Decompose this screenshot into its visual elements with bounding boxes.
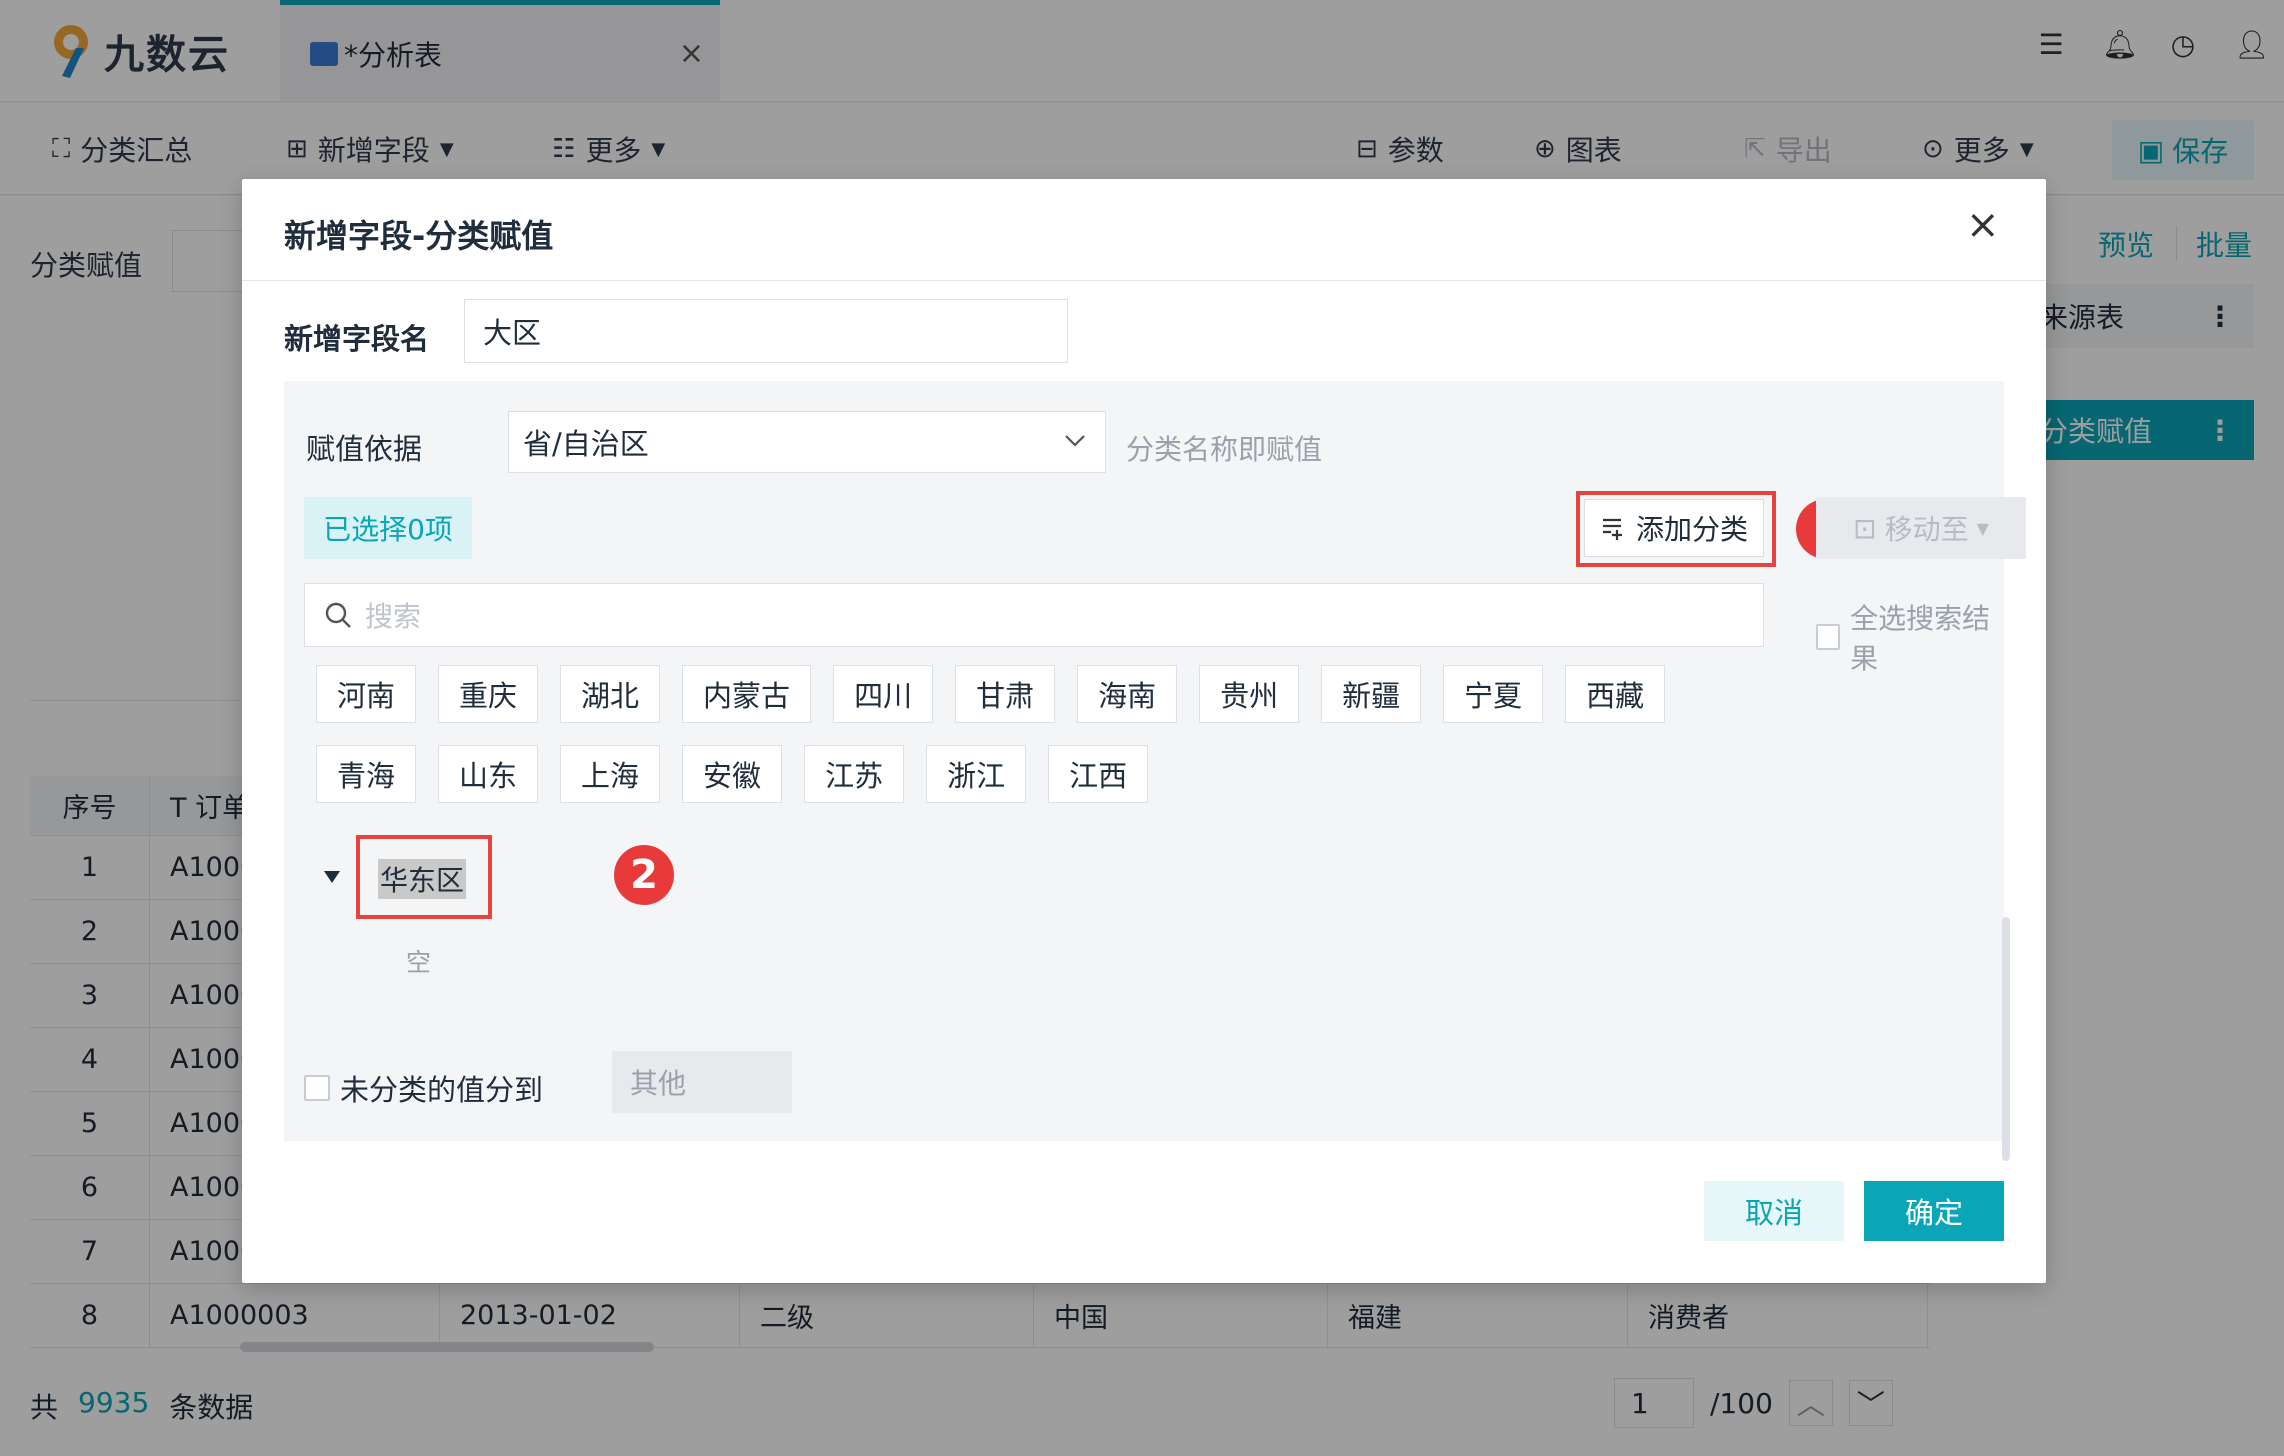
- classify-panel: 赋值依据 省/自治区 分类名称即赋值 已选择0项 添加分类 1 ⊡ 移动至 ▼ …: [284, 381, 2026, 1161]
- province-chip[interactable]: 河南: [316, 665, 417, 723]
- province-chip[interactable]: 上海: [560, 745, 661, 803]
- cancel-button[interactable]: 取消: [1704, 1181, 1844, 1241]
- highlight-box: [356, 835, 492, 919]
- basis-value: 省/自治区: [523, 427, 649, 461]
- province-chip[interactable]: 重庆: [438, 665, 539, 723]
- divider: [242, 280, 2046, 281]
- group-empty-text: 空: [406, 948, 432, 977]
- caret-down-icon[interactable]: [324, 871, 340, 883]
- unclassified-checkbox[interactable]: 未分类的值分到: [304, 1067, 543, 1109]
- province-chip[interactable]: 内蒙古: [682, 665, 812, 723]
- province-chip[interactable]: 浙江: [926, 745, 1027, 803]
- unclassified-label: 未分类的值分到: [340, 1073, 544, 1107]
- province-chip[interactable]: 江苏: [804, 745, 905, 803]
- province-chip[interactable]: 新疆: [1321, 665, 1422, 723]
- checkbox[interactable]: [1816, 624, 1841, 650]
- select-all-checkbox[interactable]: 全选搜索结果: [1816, 597, 2004, 677]
- province-chip[interactable]: 海南: [1077, 665, 1178, 723]
- basis-select[interactable]: 省/自治区: [508, 411, 1106, 473]
- province-chip[interactable]: 江西: [1048, 745, 1149, 803]
- caret-down-icon: ▼: [1976, 518, 1989, 538]
- select-all-label: 全选搜索结果: [1850, 602, 1991, 675]
- annotation-badge-2: 2: [614, 845, 674, 905]
- move-icon: ⊡: [1853, 511, 1877, 545]
- basis-hint: 分类名称即赋值: [1126, 433, 1323, 466]
- selected-count-badge: 已选择0项: [304, 497, 472, 559]
- province-chip[interactable]: 湖北: [560, 665, 661, 723]
- close-icon[interactable]: ×: [1966, 205, 2000, 245]
- field-name-label: 新增字段名: [284, 322, 430, 356]
- classify-dialog: 新增字段-分类赋值 × 新增字段名 大区 赋值依据 省/自治区 分类名称即赋值 …: [242, 179, 2046, 1283]
- province-chip[interactable]: 西藏: [1565, 665, 1666, 723]
- province-chip[interactable]: 青海: [316, 745, 417, 803]
- province-chip[interactable]: 贵州: [1199, 665, 1300, 723]
- province-chip[interactable]: 安徽: [682, 745, 783, 803]
- unclassified-input[interactable]: 其他: [612, 1051, 792, 1113]
- basis-label: 赋值依据: [306, 432, 423, 466]
- field-name-input[interactable]: 大区: [464, 299, 1068, 363]
- search-icon: [325, 602, 351, 628]
- search-placeholder: 搜索: [365, 600, 422, 633]
- province-chip[interactable]: 山东: [438, 745, 539, 803]
- province-chips: 河南 重庆 湖北 内蒙古 四川 甘肃 海南 贵州 新疆 宁夏 西藏青海 山东 上海 安徽 江苏 浙江 江西: [316, 665, 1756, 803]
- search-input[interactable]: 搜索: [304, 583, 1764, 647]
- move-to-button[interactable]: ⊡ 移动至 ▼: [1816, 497, 2026, 559]
- province-chip[interactable]: 宁夏: [1443, 665, 1544, 723]
- move-to-label: 移动至: [1884, 513, 1969, 546]
- dialog-title: 新增字段-分类赋值: [284, 217, 554, 255]
- province-chip[interactable]: 甘肃: [955, 665, 1056, 723]
- checkbox[interactable]: [304, 1075, 330, 1101]
- province-chip[interactable]: 四川: [833, 665, 934, 723]
- highlight-box: [1576, 491, 1776, 567]
- vertical-scrollbar[interactable]: [2002, 917, 2010, 1161]
- confirm-button[interactable]: 确定: [1864, 1181, 2004, 1241]
- chevron-down-icon: [1065, 435, 1085, 447]
